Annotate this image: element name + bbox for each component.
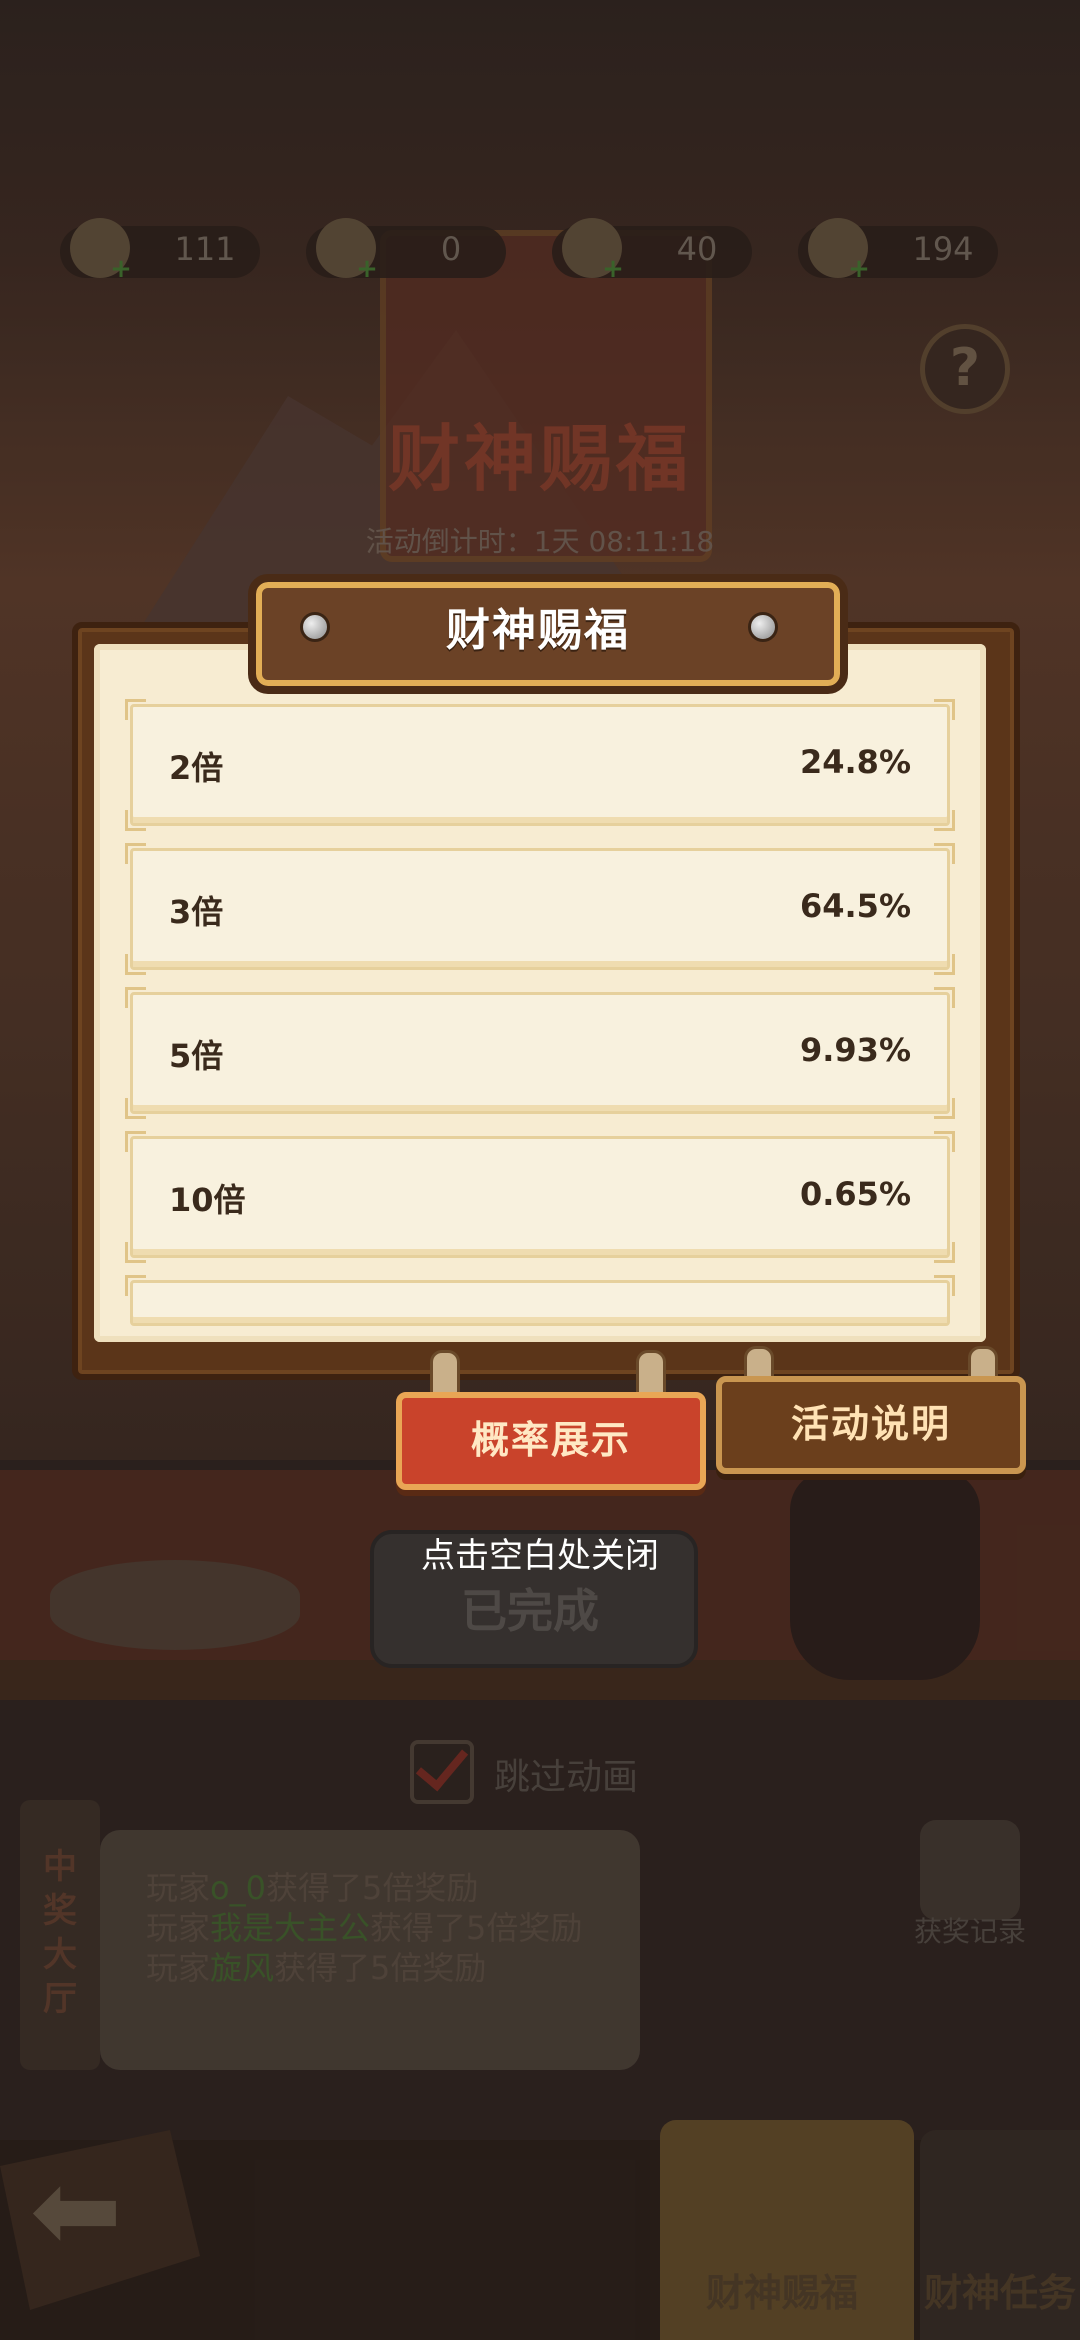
- app-root: 财神赐福 活动倒计时：1天 08:11:18 + 111 + 0 + 40 + …: [0, 0, 1080, 2340]
- probability-row: 10倍 0.65%: [125, 1131, 955, 1263]
- probability-value: 9.93%: [799, 1031, 911, 1069]
- probability-value: 0.65%: [799, 1175, 911, 1213]
- multiplier-label: 5倍: [169, 1037, 224, 1075]
- multiplier-label: 3倍: [169, 893, 224, 931]
- probability-list: 2倍 24.8% 3倍 64.5% 5倍 9.93% 10倍 0.65%: [125, 699, 955, 1348]
- probability-row: 2倍 24.8%: [125, 699, 955, 831]
- multiplier-label: 10倍: [169, 1181, 246, 1219]
- probability-row-partial: [125, 1275, 955, 1326]
- tab-event-rules[interactable]: 活动说明: [716, 1376, 1026, 1474]
- tab-probability-display[interactable]: 概率展示: [396, 1392, 706, 1490]
- probability-row: 5倍 9.93%: [125, 987, 955, 1119]
- close-hint: 点击空白处关闭: [421, 1536, 659, 1576]
- probability-row: 3倍 64.5%: [125, 843, 955, 975]
- probability-value: 24.8%: [799, 743, 911, 781]
- modal-title: 财神赐福: [446, 605, 630, 656]
- probability-value: 64.5%: [799, 887, 911, 925]
- multiplier-label: 2倍: [169, 749, 224, 787]
